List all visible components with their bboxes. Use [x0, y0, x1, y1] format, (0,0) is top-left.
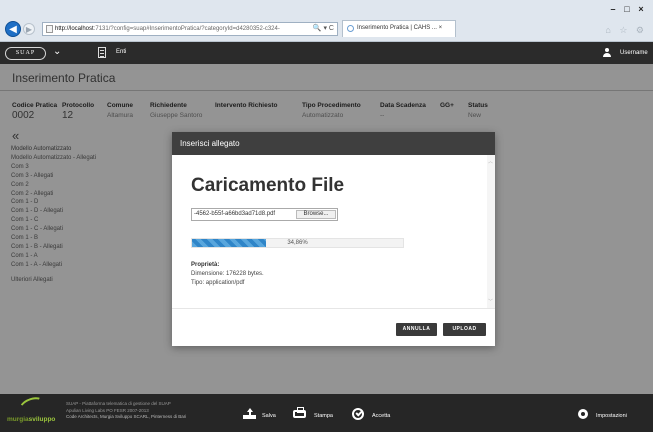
cancel-button[interactable]: ANNULLA	[396, 323, 437, 336]
forward-button[interactable]: ▶	[23, 23, 35, 35]
chevron-down-icon[interactable]: ⌄	[53, 46, 61, 57]
upload-button[interactable]: UPLOAD	[443, 323, 486, 336]
print-icon[interactable]	[293, 407, 306, 418]
browse-button[interactable]: Browse...	[296, 210, 336, 219]
dialog-scrollbar[interactable]: ︿ ﹀	[487, 155, 495, 308]
maximize-button[interactable]: □	[621, 3, 633, 15]
logo-swoosh-icon	[17, 394, 47, 418]
app-footer: murgiasviluppo SUAP - Piattaforma telema…	[0, 394, 653, 432]
address-tools[interactable]: 🔍 ▾ C	[313, 23, 334, 35]
file-type: Tipo: application/pdf	[191, 280, 245, 286]
tab-favicon-icon	[347, 25, 354, 32]
dialog-footer: ANNULLA UPLOAD	[172, 308, 495, 346]
minimize-button[interactable]: –	[607, 3, 619, 15]
upload-icon[interactable]	[243, 408, 256, 420]
dialog-title: Caricamento File	[191, 175, 345, 196]
settings-button[interactable]: Impostazioni	[596, 413, 627, 419]
file-size: Dimensione: 176228 bytes.	[191, 271, 264, 277]
browser-chrome: – □ × ◀ ▶ http://localhost:7131/?config=…	[0, 0, 653, 42]
page-icon	[46, 25, 53, 33]
accept-button[interactable]: Accetta	[372, 413, 390, 419]
file-properties: Proprietà: Dimensione: 176228 bytes. Tip…	[191, 261, 264, 288]
app-header: SUAP ⌄ Enti Username	[0, 42, 653, 64]
footer-info-line: Code Architects, Murgia Sviluppo SCARL, …	[66, 414, 187, 419]
url-path: :7131/?config=suap#InserimentoPratica/?c…	[93, 26, 280, 32]
progress-percent: 34,86%	[287, 240, 308, 246]
address-bar[interactable]: http://localhost:7131/?config=suap#Inser…	[42, 22, 338, 36]
check-circle-icon[interactable]	[352, 408, 364, 420]
user-icon[interactable]	[603, 48, 611, 58]
enti-link[interactable]: Enti	[116, 49, 126, 55]
dialog-header: Inserisci allegato	[172, 132, 495, 155]
footer-info: SUAP - Piattaforma telematica di gestion…	[66, 401, 186, 421]
tab-title: Inserimento Pratica | CAHS ...	[357, 25, 437, 31]
username-label[interactable]: Username	[620, 50, 648, 56]
arrow-right-icon: ▶	[25, 24, 33, 34]
dialog-body: Caricamento File -4562-b55f-a66bd3ad71d8…	[172, 155, 495, 308]
logo-text: murgiasviluppo	[7, 416, 55, 423]
upload-dialog: Inserisci allegato Caricamento File -456…	[172, 132, 495, 346]
save-button[interactable]: Salva	[262, 413, 276, 419]
file-input[interactable]: -4562-b55f-a66bd3ad71d8.pdf Browse...	[191, 208, 338, 221]
file-name: -4562-b55f-a66bd3ad71d8.pdf	[194, 211, 276, 217]
footer-info-line: SUAP - Piattaforma telematica di gestion…	[66, 401, 171, 406]
print-button[interactable]: Stampa	[314, 413, 333, 419]
window-controls: – □ ×	[607, 3, 647, 15]
url-host: http://localhost	[55, 26, 94, 32]
tab-close-button[interactable]: ×	[439, 25, 443, 31]
murgia-sviluppo-logo: murgiasviluppo	[5, 394, 59, 426]
logo-text-sub: sviluppo	[28, 416, 56, 423]
properties-title: Proprietà:	[191, 262, 220, 268]
upload-icon-stem	[249, 411, 251, 416]
building-icon[interactable]	[98, 47, 106, 58]
back-button[interactable]: ◀	[5, 21, 21, 37]
suap-logo[interactable]: SUAP	[5, 47, 46, 60]
browser-tab[interactable]: Inserimento Pratica | CAHS ... ×	[342, 20, 456, 37]
upload-progress-bar: 34,86%	[191, 238, 404, 248]
arrow-left-icon: ◀	[9, 23, 17, 35]
logo-text-main: murgia	[7, 416, 29, 423]
scroll-up-icon[interactable]: ︿	[488, 158, 493, 165]
close-window-button[interactable]: ×	[635, 3, 647, 15]
browser-toolbar-icons[interactable]: ⌂ ☆ ⚙	[605, 25, 647, 36]
gear-icon[interactable]	[578, 409, 588, 419]
scroll-down-icon[interactable]: ﹀	[488, 298, 493, 305]
